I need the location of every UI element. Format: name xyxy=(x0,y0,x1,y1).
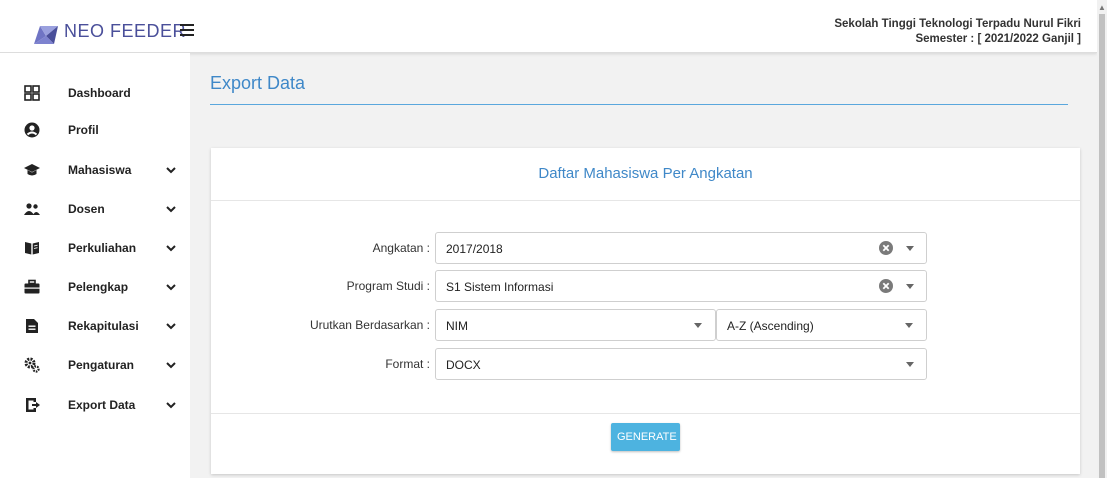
chevron-down-icon xyxy=(166,323,176,330)
sort-field-value: NIM xyxy=(446,319,468,333)
sidebar-item-label: Perkuliahan xyxy=(68,241,137,255)
chevron-down-icon xyxy=(166,167,176,174)
chevron-down-icon xyxy=(166,206,176,213)
sort-field-select[interactable]: NIM xyxy=(435,309,716,341)
sidebar-item-label: Mahasiswa xyxy=(68,163,132,177)
angkatan-select[interactable]: 2017/2018 xyxy=(435,232,927,264)
institution-info: Sekolah Tinggi Teknologi Terpadu Nurul F… xyxy=(834,17,1081,47)
angkatan-label: Angkatan : xyxy=(372,241,430,255)
dropdown-caret-icon xyxy=(905,323,913,328)
clear-icon[interactable] xyxy=(879,241,893,255)
dropdown-caret-icon xyxy=(906,362,914,367)
user-circle-icon xyxy=(24,122,40,138)
prodi-label: Program Studi : xyxy=(346,279,430,293)
format-label: Format : xyxy=(385,357,430,371)
sidebar-item-label: Profil xyxy=(68,123,99,137)
sidebar-item-perkuliahan[interactable]: Perkuliahan xyxy=(0,233,190,263)
title-divider xyxy=(210,104,1068,105)
dropdown-caret-icon xyxy=(906,246,914,251)
sort-order-select[interactable]: A-Z (Ascending) xyxy=(716,309,927,341)
sidebar-item-label: Rekapitulasi xyxy=(68,319,139,333)
prodi-row: Program Studi : S1 Sistem Informasi xyxy=(211,270,1080,302)
format-row: Format : DOCX xyxy=(211,348,1080,380)
top-bar: NEO FEEDER Sekolah Tinggi Teknologi Terp… xyxy=(0,0,1097,53)
export-card: Daftar Mahasiswa Per Angkatan Angkatan :… xyxy=(211,148,1080,474)
sidebar-item-mahasiswa[interactable]: Mahasiswa xyxy=(0,155,190,185)
prodi-select[interactable]: S1 Sistem Informasi xyxy=(435,270,927,302)
sidebar-item-pelengkap[interactable]: Pelengkap xyxy=(0,272,190,302)
dropdown-caret-icon xyxy=(694,323,702,328)
sidebar-item-label: Dosen xyxy=(68,202,105,216)
clear-icon[interactable] xyxy=(879,279,893,293)
institution-name: Sekolah Tinggi Teknologi Terpadu Nurul F… xyxy=(834,18,1081,30)
dropdown-caret-icon xyxy=(906,284,914,289)
chevron-down-icon xyxy=(166,402,176,409)
graduation-cap-icon xyxy=(24,164,40,176)
sidebar-item-pengaturan[interactable]: Pengaturan xyxy=(0,350,190,380)
cogs-icon xyxy=(24,357,40,373)
sidebar-item-rekapitulasi[interactable]: Rekapitulasi xyxy=(0,311,190,341)
sidebar-item-dosen[interactable]: Dosen xyxy=(0,194,190,224)
chevron-down-icon xyxy=(166,284,176,291)
prodi-value: S1 Sistem Informasi xyxy=(446,280,554,294)
sidebar-item-label: Pelengkap xyxy=(68,280,129,294)
sidebar-item-label: Dashboard xyxy=(68,86,131,100)
book-open-icon xyxy=(25,242,39,255)
sidebar-item-profil[interactable]: Profil xyxy=(0,115,190,145)
sidebar-item-dashboard[interactable]: Dashboard xyxy=(0,78,190,108)
format-value: DOCX xyxy=(446,358,481,372)
sidebar-item-label: Export Data xyxy=(68,398,136,412)
scroll-up-icon[interactable]: ▲ xyxy=(1098,3,1106,12)
scrollbar-thumb[interactable] xyxy=(1099,14,1105,478)
urutkan-row: Urutkan Berdasarkan : NIM A-Z (Ascending… xyxy=(211,309,1080,341)
users-icon xyxy=(24,203,40,215)
export-icon xyxy=(26,398,40,412)
sidebar-item-export-data[interactable]: Export Data xyxy=(0,390,190,420)
menu-toggle-icon[interactable] xyxy=(180,24,194,36)
format-select[interactable]: DOCX xyxy=(435,348,927,380)
neo-feeder-logo-icon xyxy=(34,26,58,44)
chevron-down-icon xyxy=(166,245,176,252)
angkatan-value: 2017/2018 xyxy=(446,242,503,256)
card-title: Daftar Mahasiswa Per Angkatan xyxy=(211,148,1080,201)
card-footer-divider xyxy=(211,413,1080,414)
sidebar-item-label: Pengaturan xyxy=(68,358,135,372)
sort-order-value: A-Z (Ascending) xyxy=(727,319,814,333)
main-content: Export Data Daftar Mahasiswa Per Angkata… xyxy=(190,53,1097,478)
generate-button[interactable]: GENERATE xyxy=(611,423,680,451)
angkatan-row: Angkatan : 2017/2018 xyxy=(211,232,1080,264)
urutkan-label: Urutkan Berdasarkan : xyxy=(309,318,430,332)
chevron-down-icon xyxy=(166,362,176,369)
file-icon xyxy=(26,319,38,333)
brand-name: NEO FEEDER xyxy=(64,21,187,41)
page-title: Export Data xyxy=(210,73,306,93)
toolbox-icon xyxy=(24,279,40,294)
grid-icon xyxy=(24,85,40,101)
sidebar: Dashboard Profil Mahasiswa Dosen Perkuli… xyxy=(0,53,190,478)
semester-label: Semester : [ 2021/2022 Ganjil ] xyxy=(915,33,1081,45)
